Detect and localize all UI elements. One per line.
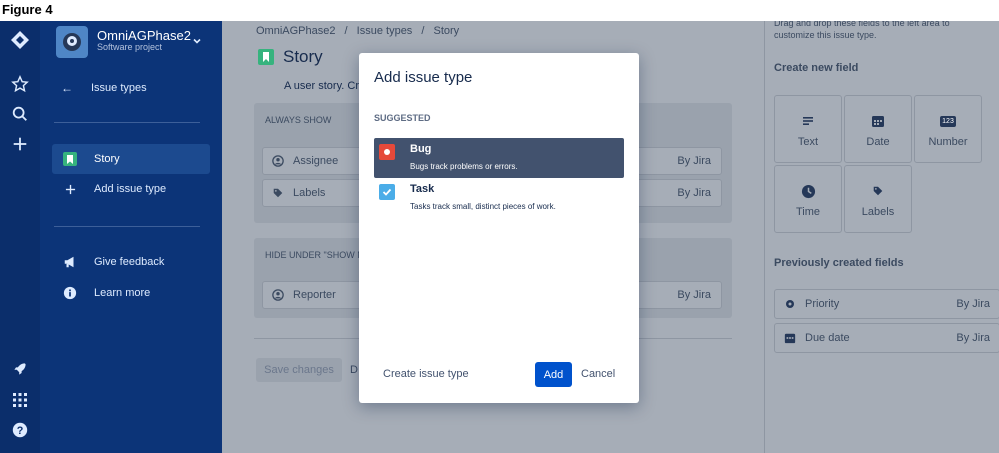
breadcrumb: OmniAGPhase2 / Issue types / Story <box>256 25 465 37</box>
divider <box>54 122 200 123</box>
breadcrumb-separator: / <box>421 25 425 37</box>
option-task[interactable]: Task Tasks track small, distinct pieces … <box>374 178 624 218</box>
figure-label: Figure 4 <box>2 2 53 17</box>
panel-hint: Drag and drop these fields to the left a… <box>774 21 950 40</box>
field-source: By Jira <box>677 289 711 301</box>
user-icon <box>263 289 293 301</box>
breadcrumb-separator: / <box>344 25 348 37</box>
project-type: Software project <box>97 42 163 52</box>
previous-fields-heading: Previously created fields <box>774 257 904 269</box>
app-switcher-icon[interactable] <box>5 387 35 413</box>
fields-panel: Drag and drop these fields to the left a… <box>764 21 999 453</box>
dialog-title: Add issue type <box>374 69 473 86</box>
back-label: Issue types <box>91 82 147 94</box>
task-icon <box>379 184 395 200</box>
sidebar-item-story[interactable]: Story <box>52 144 210 174</box>
sidebar-item-learn-more[interactable]: Learn more <box>52 278 210 308</box>
create-issue-type-button[interactable]: Create issue type <box>383 368 469 380</box>
sidebar-item-label: Story <box>94 153 120 165</box>
field-source: By Jira <box>677 187 711 199</box>
back-to-issue-types[interactable]: ← Issue types <box>54 77 214 99</box>
arrow-left-icon: ← <box>61 81 73 95</box>
tile-label: Labels <box>861 206 895 218</box>
calendar-icon <box>775 332 805 344</box>
field-tile-labels[interactable]: Labels <box>844 165 912 233</box>
jira-app: ? OmniAGPhase2 Software project ← Issue … <box>0 21 999 453</box>
sidebar-item-label: Give feedback <box>94 256 165 268</box>
field-tile-date[interactable]: Date <box>844 95 912 163</box>
field-tile-time[interactable]: Time <box>774 165 842 233</box>
field-tile-number[interactable]: 123 Number <box>914 95 982 163</box>
page-title[interactable]: Story <box>283 47 323 67</box>
tile-label: Text <box>797 136 819 148</box>
discard-button[interactable]: D <box>350 364 358 376</box>
save-changes-button[interactable]: Save changes <box>256 358 342 382</box>
clock-icon <box>801 180 816 202</box>
plus-icon[interactable] <box>5 131 35 157</box>
user-icon <box>263 155 293 167</box>
tag-icon <box>263 187 293 199</box>
option-bug[interactable]: Bug Bugs track problems or errors. <box>374 138 624 178</box>
page-header: Story <box>258 47 323 67</box>
star-icon[interactable] <box>5 71 35 97</box>
chevron-down-icon[interactable] <box>192 33 202 51</box>
calendar-icon <box>871 110 885 132</box>
tile-label: Date <box>866 136 890 148</box>
option-name: Bug <box>410 143 432 155</box>
text-icon <box>802 110 814 132</box>
field-due-date[interactable]: Due date By Jira <box>774 323 999 353</box>
cancel-button[interactable]: Cancel <box>581 368 615 380</box>
option-name: Task <box>410 183 435 195</box>
field-priority[interactable]: Priority By Jira <box>774 289 999 319</box>
global-nav-rail: ? <box>0 21 40 453</box>
svg-text:?: ? <box>17 425 24 437</box>
sidebar-item-add-issue-type[interactable]: Add issue type <box>52 174 210 204</box>
field-source: By Jira <box>956 332 990 344</box>
bug-icon <box>379 144 395 160</box>
megaphone-icon <box>52 255 88 269</box>
add-button[interactable]: Add <box>535 362 572 387</box>
field-tile-text[interactable]: Text <box>774 95 842 163</box>
option-description: Bugs track problems or errors. <box>410 162 518 171</box>
help-icon[interactable]: ? <box>5 417 35 443</box>
divider <box>54 226 200 227</box>
suggested-heading: SUGGESTED <box>374 113 431 123</box>
project-sidebar: OmniAGPhase2 Software project ← Issue ty… <box>40 21 222 453</box>
tag-icon <box>872 180 884 202</box>
rocket-icon[interactable] <box>5 356 35 382</box>
field-name: Priority <box>805 298 840 310</box>
tile-label: Time <box>795 206 821 218</box>
field-source: By Jira <box>956 298 990 310</box>
field-source: By Jira <box>677 155 711 167</box>
field-name: Due date <box>805 332 850 344</box>
option-description: Tasks track small, distinct pieces of wo… <box>410 202 556 211</box>
add-issue-type-dialog: Add issue type SUGGESTED Bug Bugs track … <box>359 53 639 403</box>
issue-type-description[interactable]: A user story. Cre <box>284 80 365 92</box>
sidebar-item-label: Add issue type <box>94 183 167 195</box>
number-icon: 123 <box>940 115 956 127</box>
breadcrumb-project[interactable]: OmniAGPhase2 <box>256 25 335 37</box>
tile-label: Number <box>928 136 968 148</box>
plus-icon <box>52 184 88 195</box>
create-field-heading: Create new field <box>774 62 859 74</box>
project-avatar[interactable] <box>56 26 88 58</box>
project-name[interactable]: OmniAGPhase2 <box>97 28 191 43</box>
info-icon <box>52 286 88 300</box>
search-icon[interactable] <box>5 101 35 127</box>
story-icon <box>258 49 274 65</box>
priority-icon <box>775 299 805 309</box>
breadcrumb-story[interactable]: Story <box>434 25 460 37</box>
jira-logo-icon[interactable] <box>5 27 35 53</box>
sidebar-item-give-feedback[interactable]: Give feedback <box>52 247 210 277</box>
sidebar-item-label: Learn more <box>94 287 151 299</box>
breadcrumb-issue-types[interactable]: Issue types <box>357 25 413 37</box>
story-icon <box>63 152 77 166</box>
